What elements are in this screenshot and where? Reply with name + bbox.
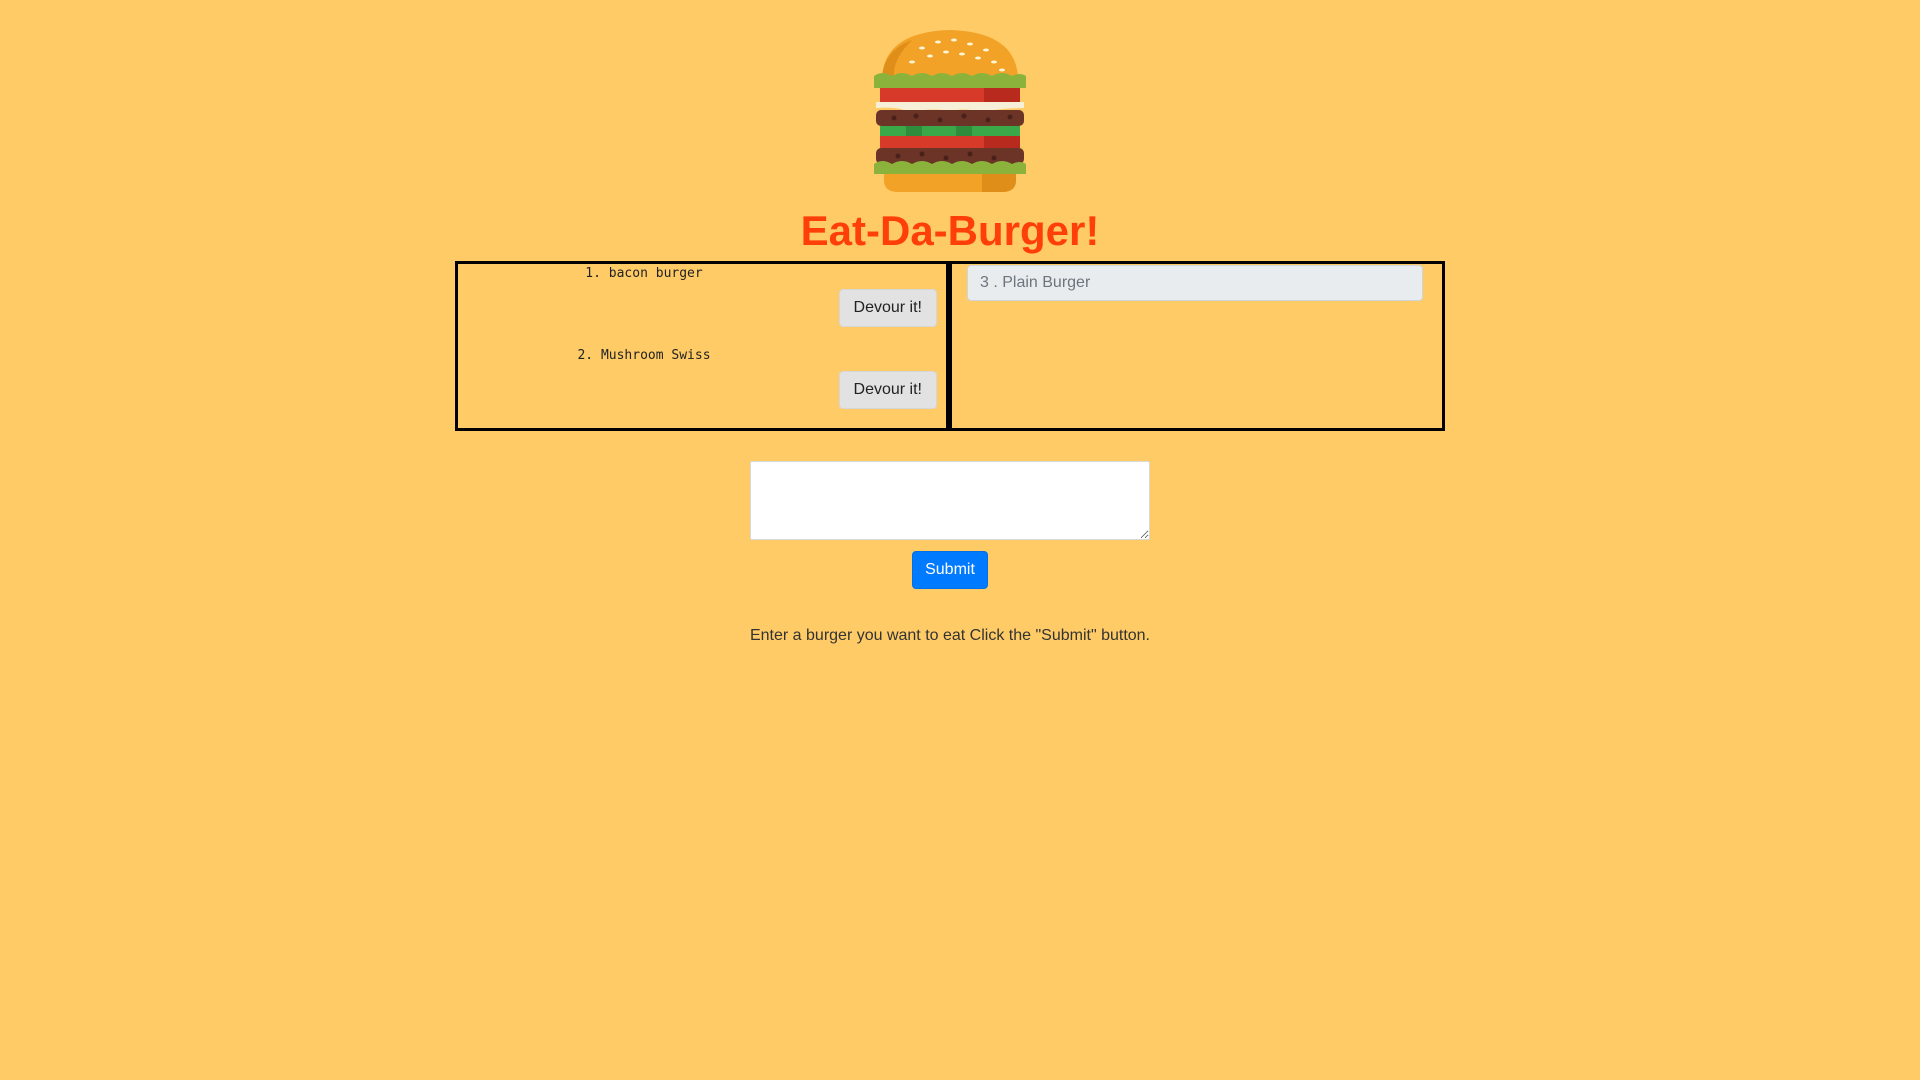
list-item: 2. Mushroom Swiss Devour it! <box>458 346 946 428</box>
devoured-burger-item: 3 . Plain Burger <box>967 265 1423 301</box>
devoured-burgers-panel: 3 . Plain Burger <box>949 261 1445 431</box>
list-item: 1. bacon burger Devour it! <box>458 264 946 346</box>
burger-name: 2. Mushroom Swiss <box>577 348 711 363</box>
devour-button[interactable]: Devour it! <box>838 371 937 409</box>
burger-input[interactable] <box>750 461 1150 540</box>
page-title: Eat-Da-Burger! <box>800 207 1100 254</box>
devour-button[interactable]: Devour it! <box>838 289 937 327</box>
submit-button[interactable]: Submit <box>912 551 988 589</box>
burger-panels: 1. bacon burger Devour it! 2. Mushroom S… <box>455 261 1445 431</box>
uneaten-burgers-panel: 1. bacon burger Devour it! 2. Mushroom S… <box>455 261 949 431</box>
page: Eat-Da-Burger! 1. bacon burger Devour it… <box>0 0 1920 1080</box>
instructions-text: Enter a burger you want to eat Click the… <box>749 627 1150 644</box>
burger-logo-icon <box>874 30 1026 192</box>
burger-name: 1. bacon burger <box>585 266 703 281</box>
